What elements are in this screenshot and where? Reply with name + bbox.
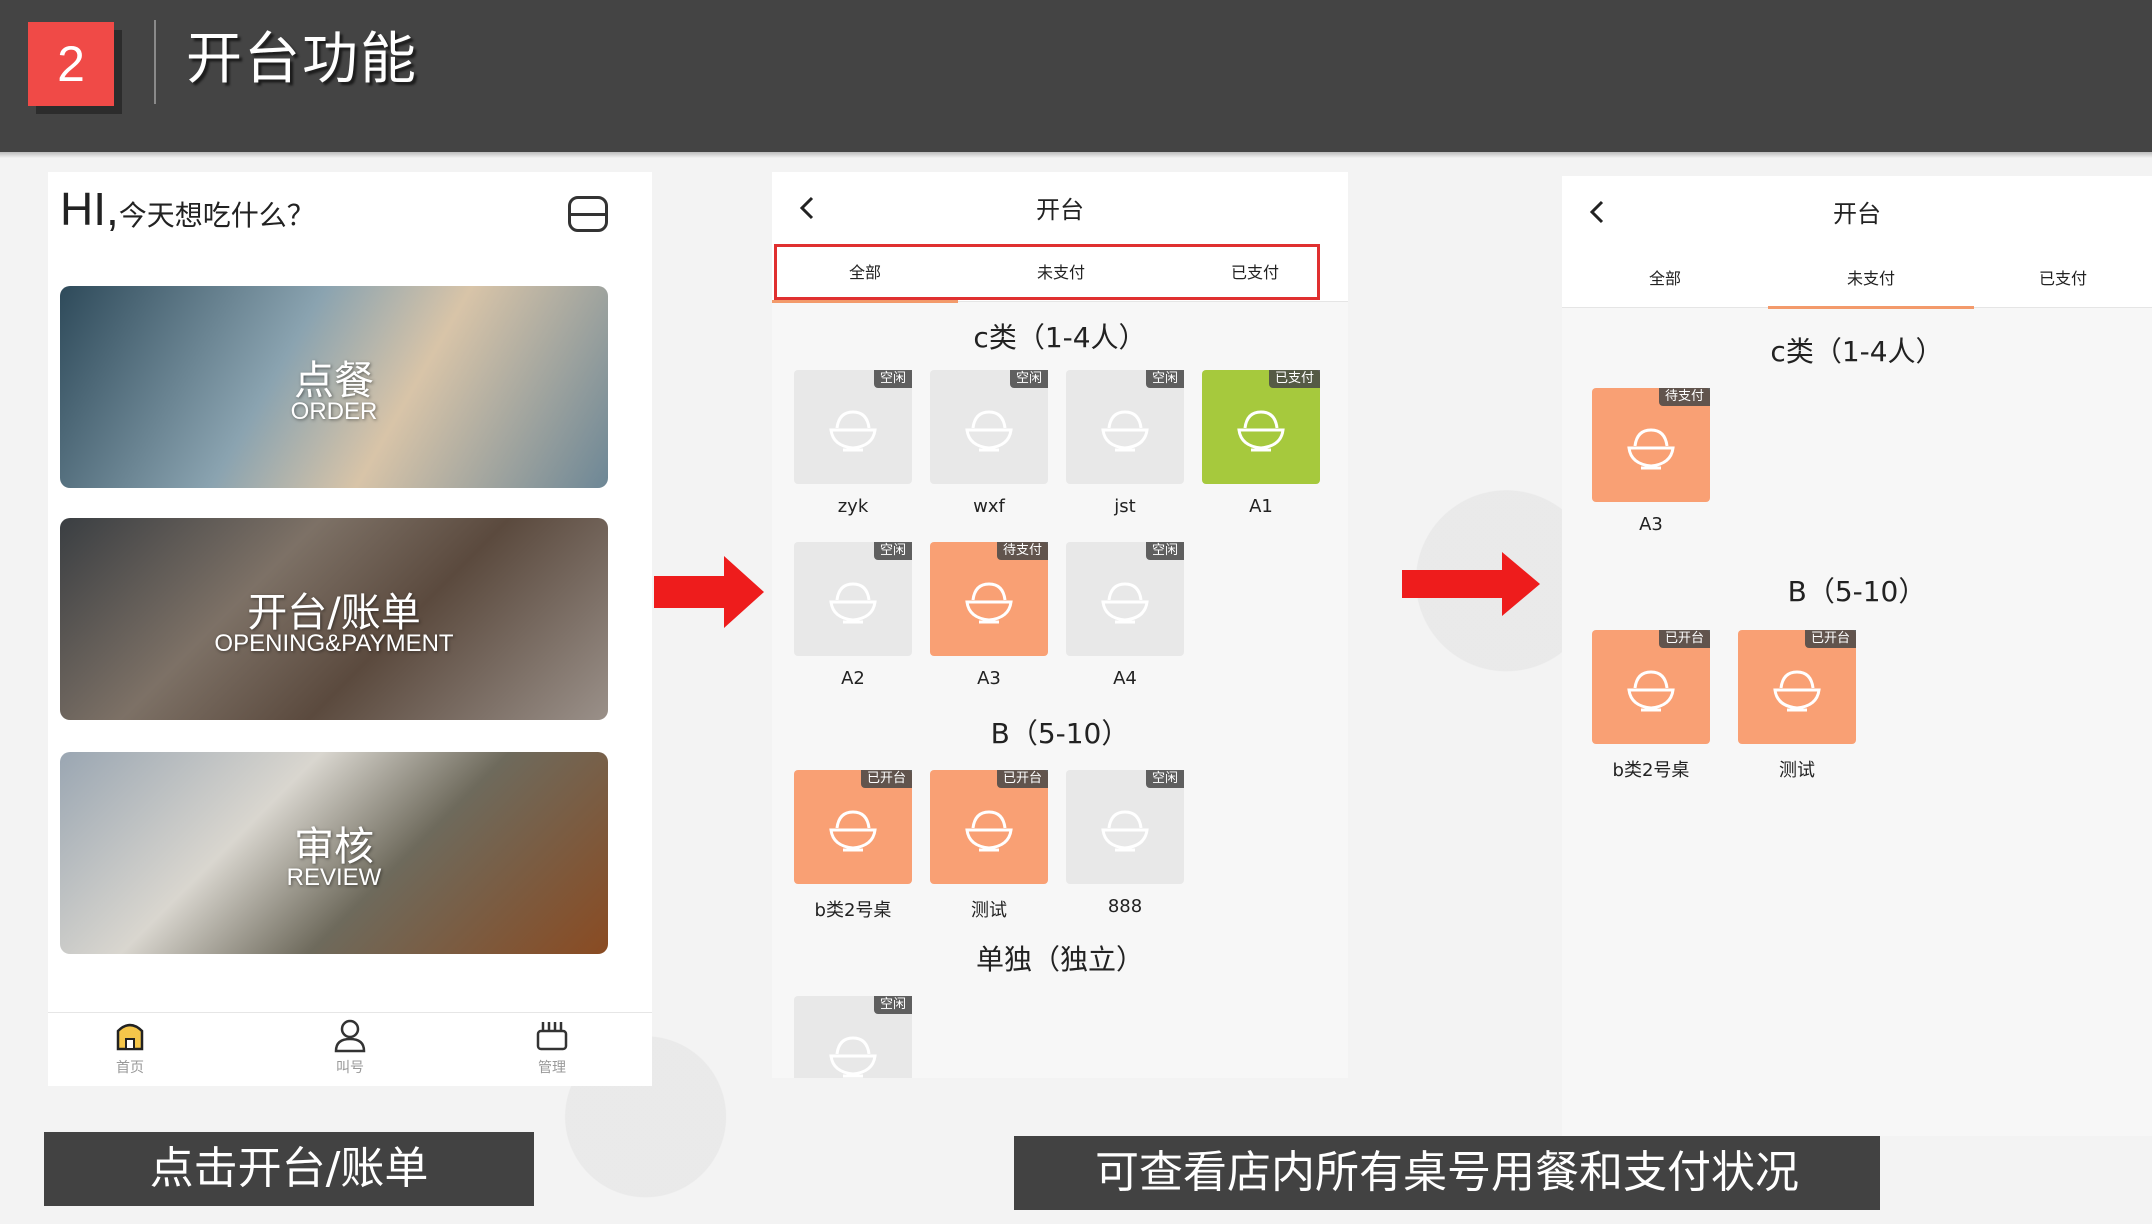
- tab-manage[interactable]: 管理: [492, 1017, 612, 1077]
- table-name: b类2号桌: [1612, 760, 1690, 781]
- card-order[interactable]: 点餐 ORDER: [60, 286, 608, 488]
- header-divider: [154, 20, 156, 104]
- arrow-right-icon: [654, 556, 764, 628]
- caption-left: 点击开台/账单: [44, 1132, 534, 1206]
- greeting-hi: HI,: [60, 183, 119, 235]
- table-screen-unpaid: 开台 全部 未支付 已支付 c类（1-4人） 待支付 A3 B（5-10） 已开台…: [1562, 176, 2152, 1136]
- nav-bar: 开台: [1562, 176, 2152, 250]
- table-tile[interactable]: 已开台测试: [1738, 630, 1856, 782]
- card-subtitle: OPENING&PAYMENT: [214, 630, 454, 657]
- status-tag: 待支付: [1658, 388, 1710, 406]
- table-screen-all: 开台 全部 未支付 已支付 c类（1-4人） 空闲 zyk 空闲 wxf 空闲 jst 已支…: [772, 172, 1348, 1078]
- status-tag: 已开台: [1658, 630, 1710, 648]
- tabs-highlight-box: [774, 244, 1320, 300]
- bottom-tabbar: 首页 叫号 管理: [48, 1012, 652, 1086]
- greeting-sub: 今天想吃什么？: [118, 199, 315, 232]
- rice-bowl-icon: [1773, 670, 1821, 712]
- tab-label: 管理: [538, 1060, 566, 1076]
- user-icon: [334, 1019, 366, 1053]
- manage-icon: [536, 1022, 568, 1051]
- table-box: 待支付: [1592, 388, 1710, 502]
- card-subtitle: REVIEW: [286, 864, 382, 891]
- rice-bowl-icon: [1627, 670, 1675, 712]
- table-box: 空闲: [794, 996, 912, 1078]
- slide-title: 开台功能: [186, 27, 418, 92]
- section-title-b: B（5-10）: [1787, 575, 1927, 608]
- table-name: 测试: [1779, 760, 1815, 781]
- status-tabs: 全部 未支付 已支付: [1562, 250, 2152, 309]
- rice-bowl-icon: [829, 1036, 877, 1078]
- card-review[interactable]: 审核 REVIEW: [60, 752, 608, 954]
- table-box: 已开台: [1738, 630, 1856, 744]
- table-box: 已开台: [1592, 630, 1710, 744]
- greeting: HI,今天想吃什么？: [60, 182, 315, 236]
- caption-right: 可查看店内所有桌号用餐和支付状况: [1014, 1136, 1880, 1210]
- section-title-c: c类（1-4人）: [1770, 335, 1944, 368]
- status-tag: 空闲: [873, 996, 912, 1014]
- status-tag: 已开台: [1804, 630, 1856, 648]
- tab-paid[interactable]: 已支付: [1974, 250, 2152, 308]
- tab-home[interactable]: 首页: [70, 1017, 190, 1077]
- tab-label: 叫号: [336, 1060, 364, 1076]
- slide-header: 2 开台功能: [0, 0, 2152, 152]
- home-icon: [116, 1023, 144, 1051]
- menu-icon[interactable]: [568, 196, 608, 232]
- table-tile[interactable]: 空闲: [794, 996, 912, 1078]
- tab-unpaid[interactable]: 未支付: [1768, 250, 1974, 309]
- card-subtitle: ORDER: [290, 398, 378, 425]
- tab-all[interactable]: 全部: [1562, 250, 1768, 308]
- header-shadow: [0, 152, 2152, 158]
- table-group-solo: 空闲: [772, 172, 1348, 1078]
- screen-title: 开台: [1833, 200, 1881, 228]
- table-name: A3: [1639, 514, 1663, 535]
- tab-label: 首页: [116, 1060, 144, 1076]
- arrow-right-icon: [1402, 552, 1540, 616]
- table-tile[interactable]: 已开台 b类2号桌: [1592, 630, 1710, 782]
- card-opening-payment[interactable]: 开台/账单 OPENING&PAYMENT: [60, 518, 608, 720]
- table-tile[interactable]: 待支付 A3: [1592, 388, 1710, 535]
- home-screen: HI,今天想吃什么？ 点餐 ORDER 开台/账单 OPENING&PAYMEN…: [48, 172, 652, 1086]
- tab-call-number[interactable]: 叫号: [290, 1017, 410, 1077]
- rice-bowl-icon: [1627, 428, 1675, 470]
- slide-number: 2: [28, 22, 114, 106]
